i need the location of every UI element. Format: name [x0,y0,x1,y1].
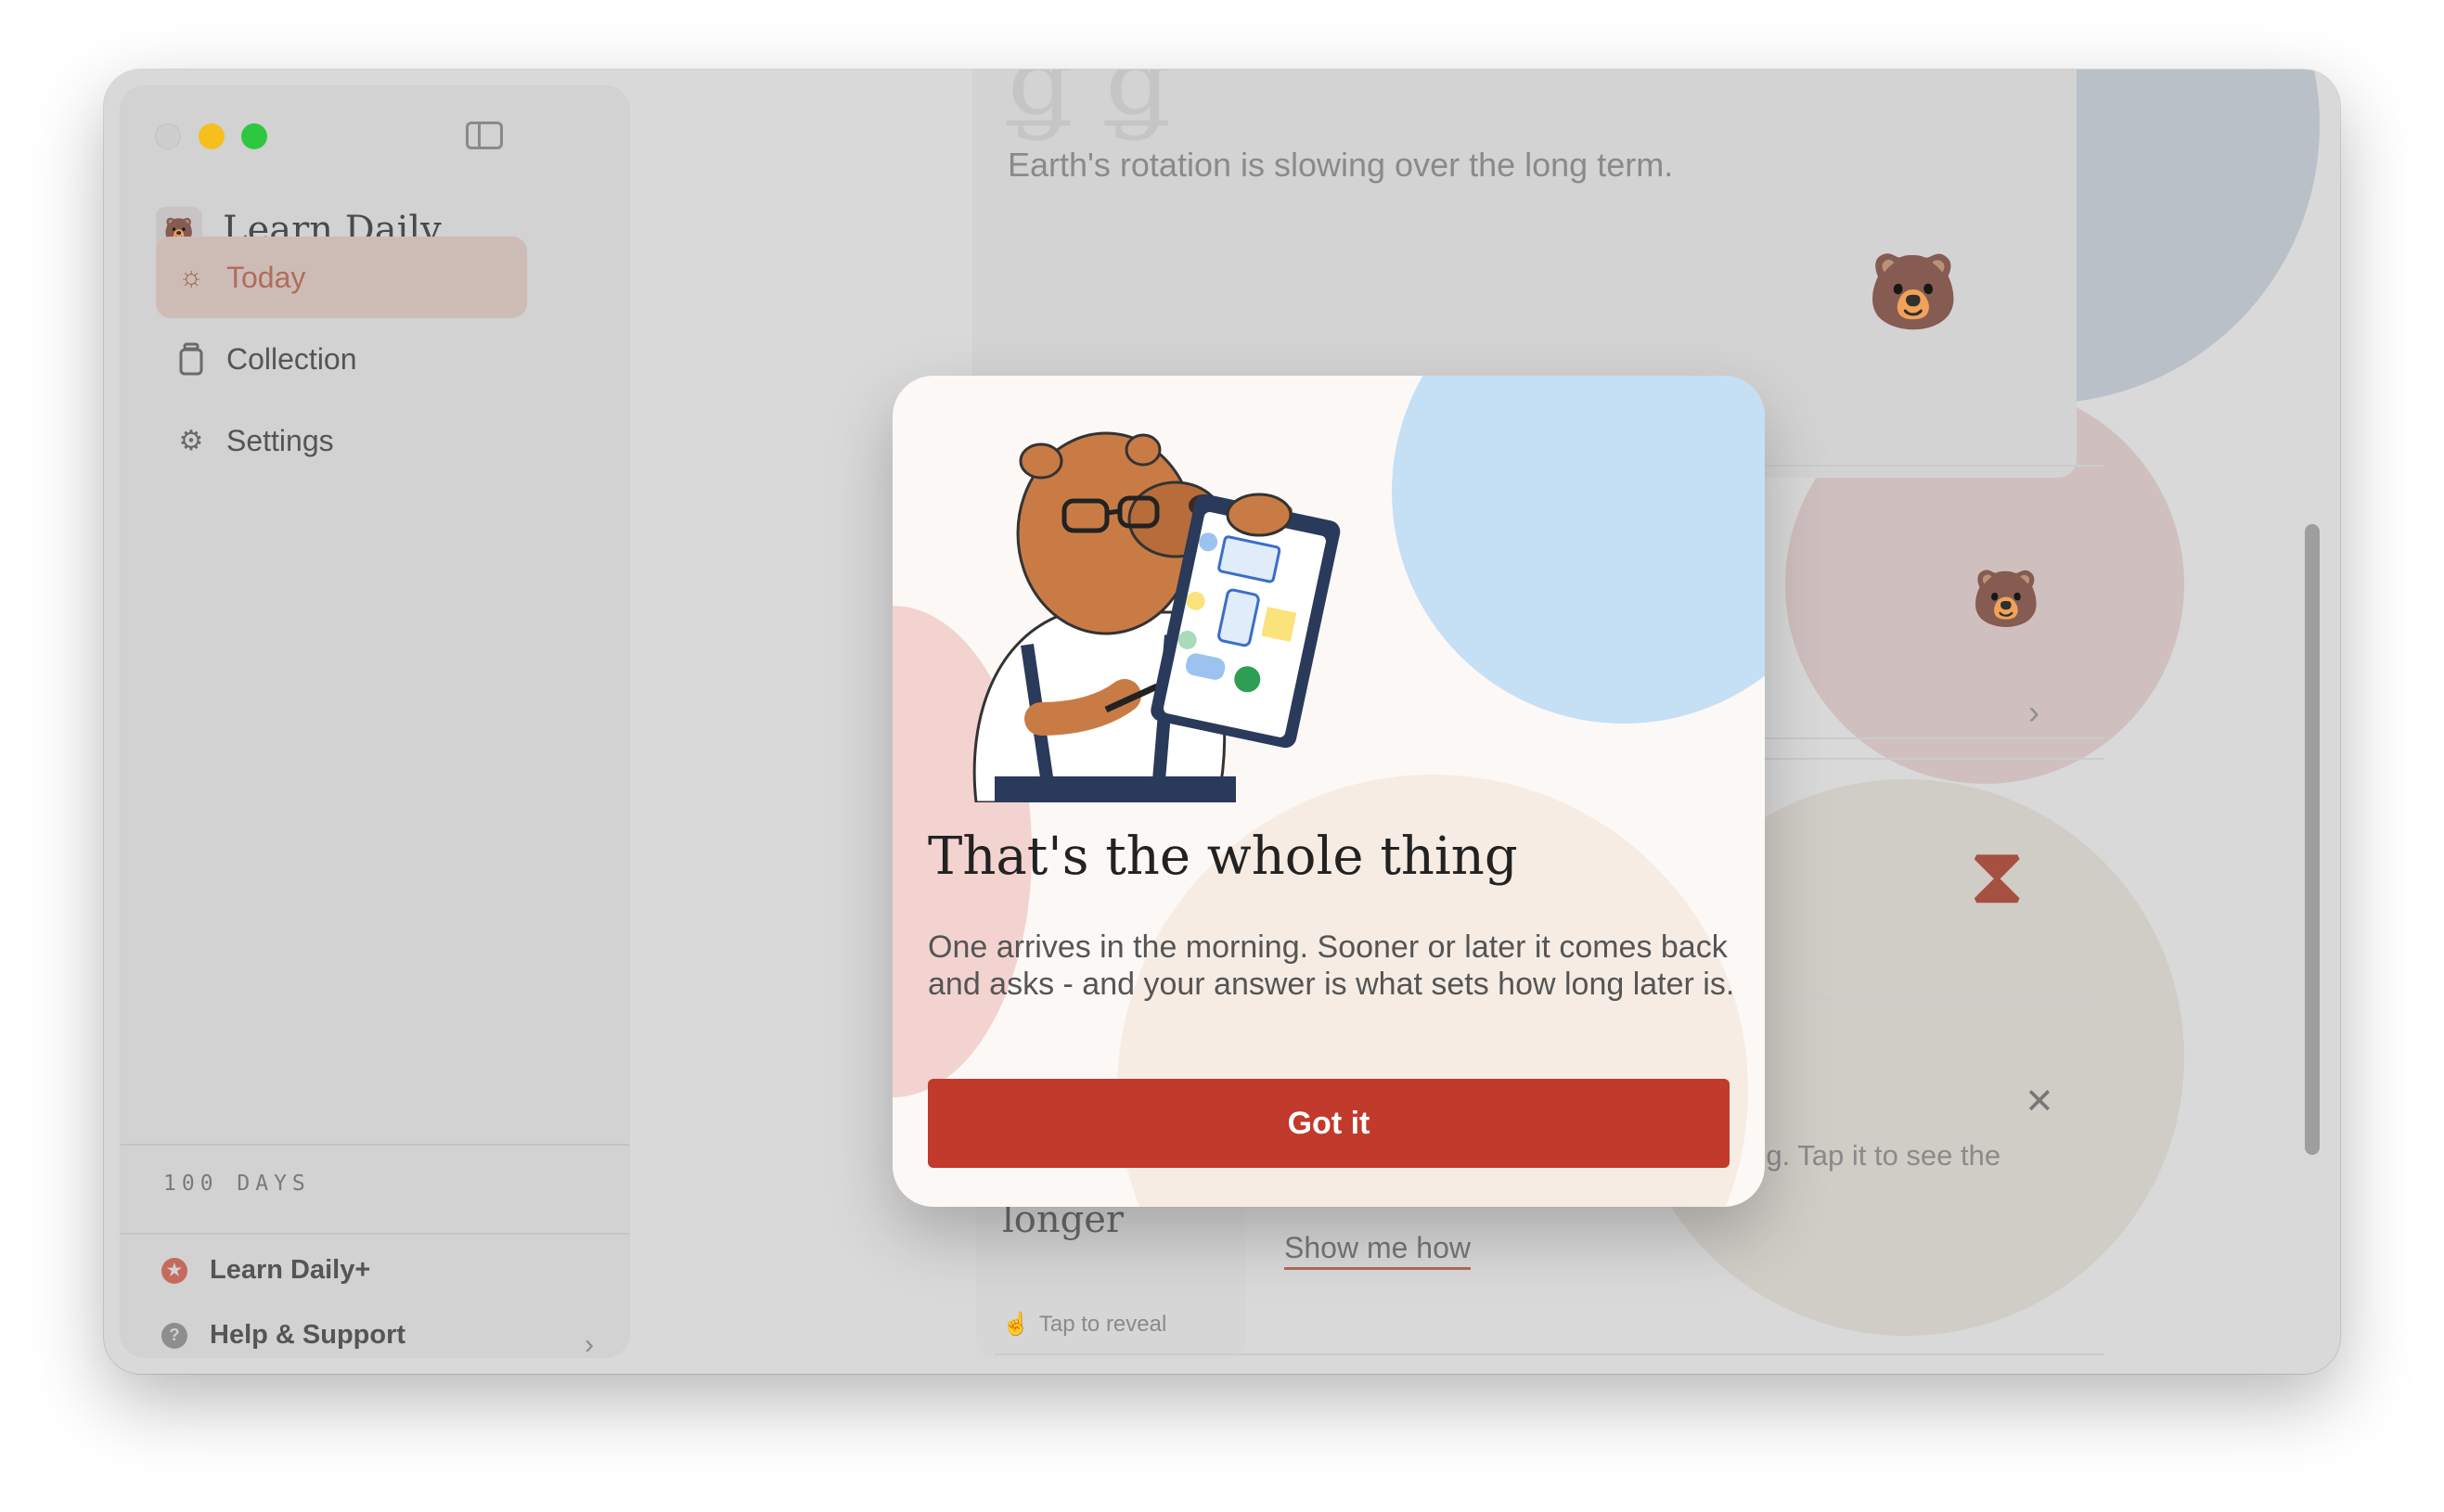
bear-reading-newspaper-image: 🐻 [1867,250,1960,333]
row-divider [995,1353,2104,1355]
footer-item-label: Learn Daily+ [210,1255,371,1285]
sidebar-toggle-icon[interactable] [466,122,503,149]
sidebar-item-settings[interactable]: ⚙ Settings [156,400,527,481]
sidebar-item-today[interactable]: ☼ Today [156,237,527,318]
window-maximize-button[interactable] [241,123,267,149]
decor-circle-blue [1392,376,1765,724]
mini-card-hint: ☝ Tap to reveal [1002,1311,1166,1338]
close-icon[interactable]: ✕ [2025,1081,2054,1122]
onboarding-modal: That's the whole thing One arrives in th… [893,376,1765,1207]
tap-icon: ☝ [1002,1312,1030,1337]
hint-label: Tap to reveal [1038,1311,1167,1337]
sidebar-divider [121,1144,629,1146]
card-heading-ghost: ǥ ǥ [1008,70,1171,142]
hourglass-icon: ⧗ [1969,831,2026,920]
sidebar-item-collection[interactable]: Collection [156,318,527,400]
footer-item-label: Help & Support [210,1320,406,1350]
sidebar-item-label: Today [226,260,306,294]
modal-title: That's the whole thing [928,826,1518,887]
modal-body: One arrives in the morning. Sooner or la… [928,929,1735,1002]
sidebar: 🐻 Learn Daily ☼ Today Collection ⚙ Setti… [121,86,629,1360]
scrollbar[interactable] [2305,524,2320,1155]
sidebar-divider [121,1233,629,1235]
window-close-button[interactable] [155,123,181,149]
sidebar-item-label: Settings [226,423,334,457]
learn-daily-plus-link[interactable]: ★ Learn Daily+ [161,1255,370,1286]
gear-icon: ⚙ [178,425,204,456]
show-me-how-link[interactable]: Show me how [1284,1231,1471,1270]
sidebar-item-label: Collection [226,341,357,376]
question-icon: ? [161,1322,187,1349]
jar-icon [174,342,208,376]
sun-icon: ☼ [178,262,204,292]
card-subtitle: Earth's rotation is slowing over the lon… [1008,146,1674,184]
app-window: 🐻 Learn Daily ☼ Today Collection ⚙ Setti… [104,70,2340,1374]
streak-label: 100 DAYS [163,1172,311,1196]
chevron-right-icon[interactable]: › [2028,693,2039,732]
star-badge-icon: ★ [161,1257,187,1284]
bear-with-clipboard-illustration [972,431,1341,802]
window-minimize-button[interactable] [199,123,225,149]
got-it-button[interactable]: Got it [928,1079,1730,1168]
chevron-right-icon: › [585,1329,594,1360]
bear-coffee-image: 🐻 [1971,567,2041,630]
help-support-link[interactable]: ? Help & Support [161,1320,405,1351]
